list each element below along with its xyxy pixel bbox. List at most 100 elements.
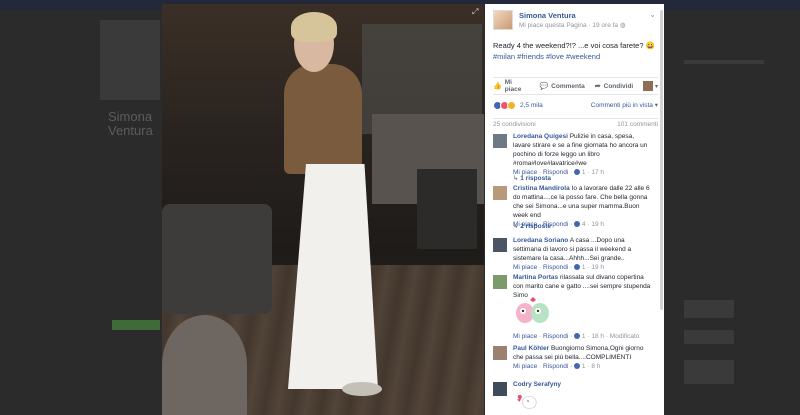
comment-item: Cristina Mandirola Io a lavorare dalle 2… (493, 184, 653, 228)
globe-icon: ◍ (619, 22, 626, 29)
post-header: Simona Ventura Mi piace questa Pagina · … (493, 10, 658, 32)
viewer-avatar[interactable] (643, 81, 653, 91)
caret-down-icon[interactable]: ▾ (655, 83, 658, 90)
comment-body: Loredana Soriano A casa ...Dopo una sett… (513, 236, 653, 272)
thumbs-up-icon: 👍 (493, 83, 502, 90)
comment-body: Codry Serafyny (513, 380, 653, 389)
comment-like-count[interactable]: 1 (582, 169, 586, 176)
commenter-avatar[interactable] (493, 238, 507, 252)
comment-item: Loredana Soriano A casa ...Dopo una sett… (493, 236, 653, 272)
post-counts: 25 condivisioni 101 commenti (493, 118, 658, 130)
comments-count[interactable]: 101 commenti (617, 121, 658, 130)
comment-item: Codry Serafyny (493, 380, 653, 415)
comment-like-link[interactable]: Mi piace (513, 363, 537, 370)
replies-count: 1 risposta (520, 175, 551, 182)
share-button[interactable]: ➦ Condividi (594, 82, 634, 91)
like-label: Mi piace (504, 79, 522, 93)
author-avatar[interactable] (493, 10, 513, 30)
photo-person-hair (291, 12, 337, 42)
comment-links: Mi piace · Rispondi · 1 · 8 h (513, 362, 653, 371)
comment-time[interactable]: 18 h (591, 333, 604, 340)
comment-icon: 💬 (539, 83, 549, 90)
photo-person-shoe (342, 382, 382, 396)
comment-reply-link[interactable]: Rispondi (543, 363, 568, 370)
post-hashtags[interactable]: #milan #friends #love #weekend (493, 51, 658, 62)
panel-scrollbar[interactable] (660, 10, 663, 310)
comment-like-link[interactable]: Mi piace (513, 264, 537, 271)
commenter-avatar[interactable] (493, 346, 507, 360)
reaction-count[interactable]: 2,5 mila (520, 102, 543, 109)
like-icon (574, 264, 581, 271)
haha-reaction-icon (507, 100, 516, 110)
comment-body: Paul Köhler Buongiorno Simona,Ogni giorn… (513, 344, 653, 371)
comment-reply-link[interactable]: Rispondi (543, 264, 568, 271)
comments-order-label: Commenti più in vista (590, 102, 653, 109)
view-replies-link[interactable]: ↳ 1 risposta (513, 174, 551, 182)
replies-count: 2 risposte (520, 223, 551, 230)
view-replies-link[interactable]: ↳ 2 risposte (513, 222, 551, 230)
post-side-panel: Simona Ventura Mi piace questa Pagina · … (485, 4, 664, 415)
comment-button[interactable]: 💬 Commenta (539, 82, 585, 91)
comment-reply-link[interactable]: Rispondi (543, 333, 568, 340)
commenter-avatar[interactable] (493, 382, 507, 396)
comment-edited[interactable]: Modificato (610, 333, 640, 340)
owl-sticker (516, 297, 549, 323)
post-text: Ready 4 the weekend?!? ...e voi cosa far… (493, 40, 658, 62)
like-page-link[interactable]: Mi piace questa Pagina (519, 22, 587, 29)
comment-like-count[interactable]: 1 (582, 264, 586, 271)
photo-chair-right (417, 169, 477, 249)
commenter-name[interactable]: Martina Portas (513, 274, 558, 281)
comment-links: Mi piace · Rispondi · 1 · 19 h (513, 263, 653, 272)
commenter-name[interactable]: Loredana Soriano (513, 237, 568, 244)
commenter-avatar[interactable] (493, 186, 507, 200)
like-icon (574, 221, 581, 228)
commenter-name[interactable]: Paul Köhler (513, 345, 549, 352)
post-time[interactable]: 19 ore fa (592, 22, 618, 29)
photo-table (162, 315, 247, 415)
expand-icon[interactable]: ⤢ (472, 7, 478, 17)
commenter-name[interactable]: Codry Serafyny (513, 381, 561, 388)
share-label: Condividi (603, 82, 634, 90)
comment-item: Martina Portas rilassata sul divano cope… (493, 273, 653, 345)
chicken-sticker (517, 394, 537, 409)
background-right-block-1 (684, 300, 734, 318)
background-page-name: Simona Ventura (108, 110, 153, 138)
post-message: Ready 4 the weekend?!? ...e voi cosa far… (493, 41, 655, 50)
commenter-avatar[interactable] (493, 275, 507, 289)
like-icon (574, 363, 581, 370)
comment-time[interactable]: 17 h (591, 169, 604, 176)
comment-time[interactable]: 19 h (591, 264, 604, 271)
background-right-block-3 (684, 360, 734, 384)
reactions-bar: 2,5 mila Commenti più in vista ▾ (493, 98, 658, 112)
shares-count[interactable]: 25 condivisioni (493, 121, 536, 130)
background-right-block-2 (684, 330, 734, 344)
post-meta: Mi piace questa Pagina · 19 ore fa ◍ (519, 21, 626, 29)
post-photo[interactable] (162, 4, 484, 415)
comment-item: Loredana Quigesi Pulizie in casa, spesa,… (493, 132, 653, 180)
commenter-avatar[interactable] (493, 134, 507, 148)
share-icon: ➦ (594, 83, 601, 90)
comment-body: Loredana Quigesi Pulizie in casa, spesa,… (513, 132, 653, 177)
commenter-name[interactable]: Cristina Mandirola (513, 185, 570, 192)
comment-like-link[interactable]: Mi piace (513, 333, 537, 340)
comment-like-count[interactable]: 4 (582, 221, 586, 228)
background-right-block-4 (684, 60, 764, 64)
chevron-down-icon[interactable]: ⌄ (649, 10, 656, 19)
comment-item: Paul Köhler Buongiorno Simona,Ogni giorn… (493, 344, 653, 380)
caret-down-icon: ▾ (654, 102, 658, 109)
author-name[interactable]: Simona Ventura (519, 11, 576, 20)
like-button[interactable]: 👍 Mi piace (493, 79, 529, 93)
comment-like-count[interactable]: 1 (582, 333, 586, 340)
photo-person-skirt (288, 164, 378, 389)
comments-order-dropdown[interactable]: Commenti più in vista ▾ (591, 101, 658, 109)
comment-time[interactable]: 8 h (591, 363, 600, 370)
commenter-name[interactable]: Loredana Quigesi (513, 133, 568, 140)
photo-person-blouse (284, 64, 362, 174)
comment-time[interactable]: 19 h (591, 221, 604, 228)
photo-chair (162, 204, 272, 314)
post-actions: 👍 Mi piace 💬 Commenta ➦ Condividi ▾ (493, 77, 658, 95)
comment-label: Commenta (551, 82, 585, 90)
comment-like-count[interactable]: 1 (582, 363, 586, 370)
comment-links: Mi piace · Rispondi · 1 · 18 h · Modific… (513, 333, 639, 340)
background-green-button (112, 320, 160, 330)
